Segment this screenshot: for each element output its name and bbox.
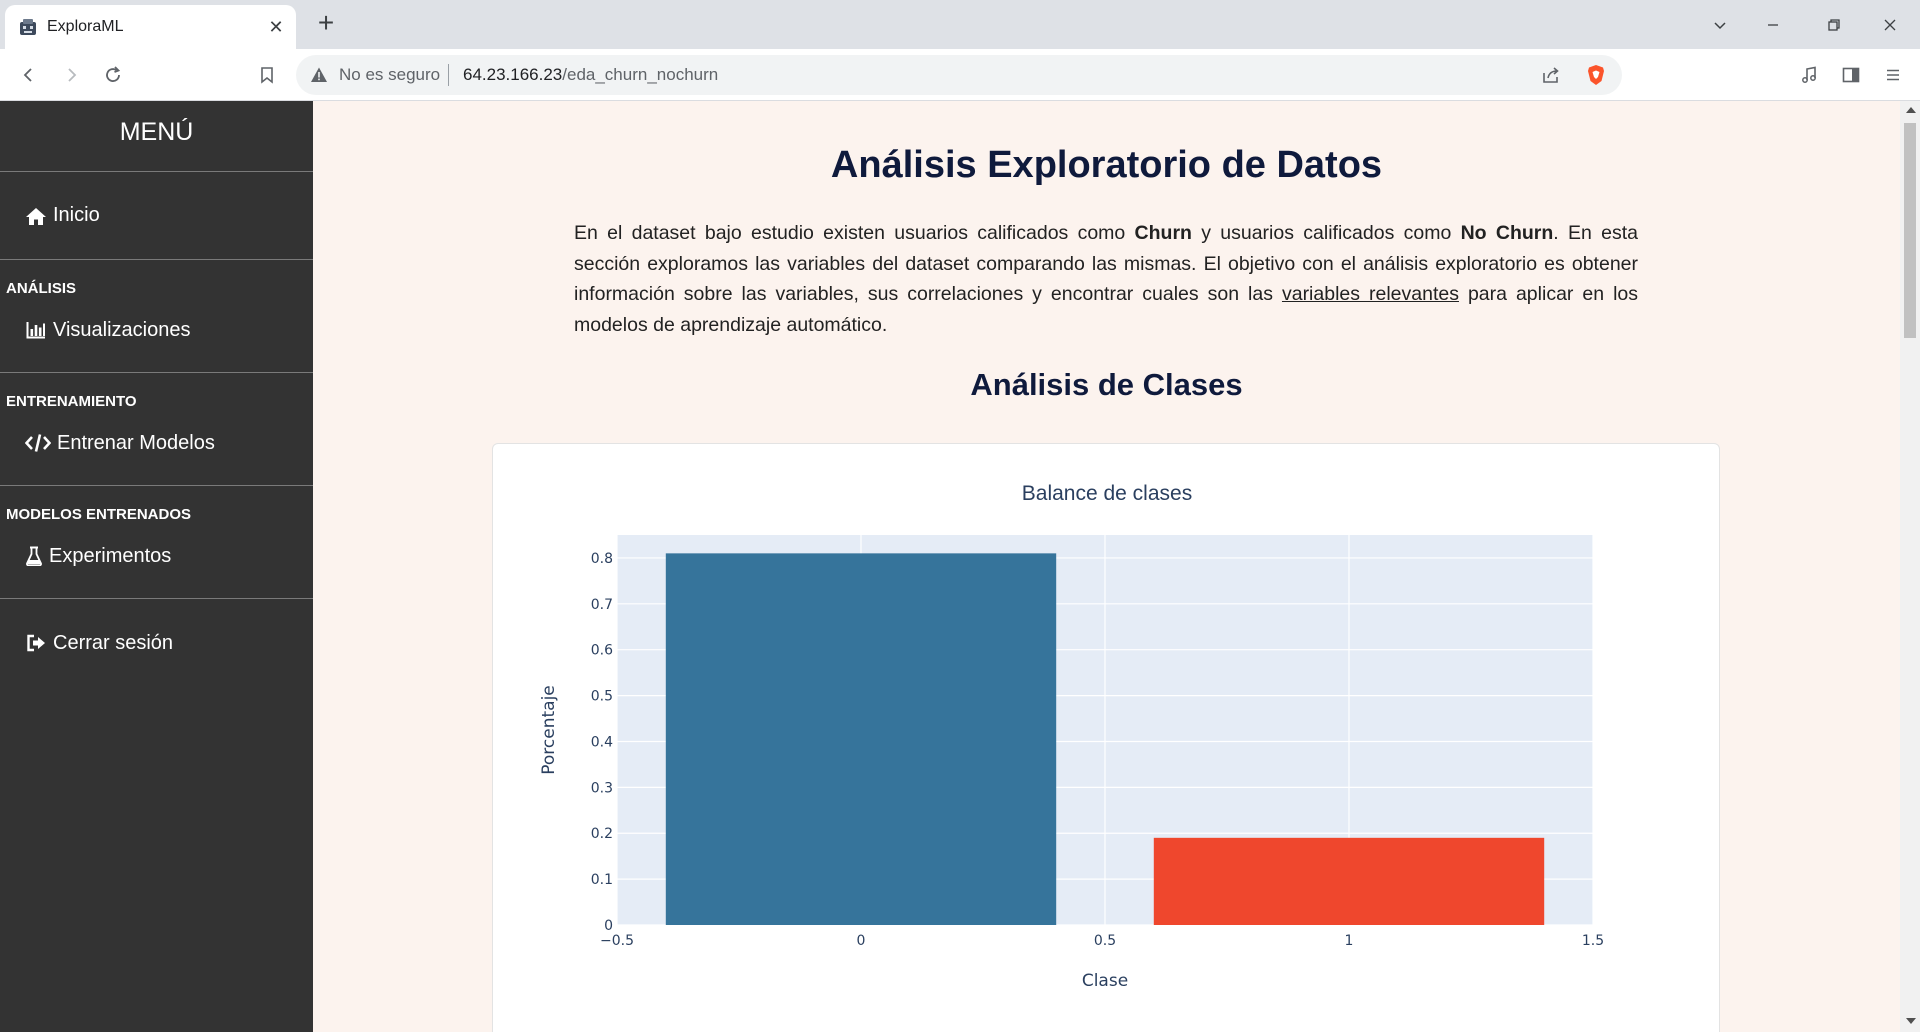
sidebar-item-cerrar-sesion[interactable]: Cerrar sesión	[0, 599, 313, 687]
main-content: Análisis Exploratorio de Datos En el dat…	[313, 101, 1900, 1032]
scroll-down-icon[interactable]	[1906, 1018, 1916, 1024]
bookmark-icon[interactable]	[253, 61, 281, 89]
chart-title: Balance de clases	[1022, 482, 1192, 505]
tab-close-icon[interactable]: ✕	[264, 15, 288, 39]
tab-search-chevron-icon[interactable]	[1692, 0, 1748, 49]
y-tick-labels: 0 0.1 0.2 0.3 0.4 0.5 0.6 0.7 0.8	[591, 551, 613, 934]
home-icon	[25, 206, 47, 226]
intro-churn: Churn	[1134, 222, 1192, 244]
sidebar-section-modelos-entrenados: MODELOS ENTRENADOS Experimentos	[0, 486, 313, 599]
sidebar-item-label: Experimentos	[49, 544, 172, 567]
y-tick-label: 0.7	[591, 597, 613, 613]
sidebar-item-visualizaciones[interactable]: Visualizaciones	[0, 300, 313, 372]
x-tick-label: 1.5	[1582, 933, 1604, 949]
share-icon[interactable]	[1540, 64, 1562, 86]
x-tick-label: 0	[857, 933, 866, 949]
chart-card: Balance de clases −0.5 0 0.5 1 1.5 0 0.1 0.2 0.…	[492, 443, 1720, 1032]
tab-title: ExploraML	[47, 18, 124, 35]
logout-icon	[25, 633, 47, 653]
warning-icon[interactable]	[310, 66, 328, 84]
bar-chart-icon	[25, 320, 47, 340]
scroll-thumb[interactable]	[1904, 123, 1916, 338]
section-title: Análisis de Clases	[970, 367, 1243, 402]
intro-paragraph: En el dataset bajo estudio existen usuar…	[574, 218, 1638, 340]
bar-clase-1[interactable]	[1153, 837, 1545, 925]
sidebar-item-label: Cerrar sesión	[53, 631, 174, 654]
menu-title: MENÚ	[0, 101, 313, 172]
page-title: Análisis Exploratorio de Datos	[830, 144, 1383, 186]
x-tick-labels: −0.5 0 0.5 1 1.5	[600, 933, 1604, 949]
sidebar-item-entrenar-modelos[interactable]: Entrenar Modelos	[0, 413, 313, 485]
sidebar-section-analisis: ANÁLISIS Visualizaciones	[0, 260, 313, 373]
intro-text: En el dataset bajo estudio existen usuar…	[574, 222, 1135, 244]
y-tick-label: 0.4	[591, 734, 613, 750]
forward-icon[interactable]	[57, 61, 85, 89]
sidebar-section-label: ENTRENAMIENTO	[6, 393, 137, 410]
relevant-variables-link[interactable]: variables relevantes	[1282, 283, 1459, 305]
address-bar[interactable]: No es seguro 64.23.166.23/eda_churn_noch…	[296, 55, 1622, 95]
sidebar-item-experimentos[interactable]: Experimentos	[0, 526, 313, 598]
sidebar-item-label: Entrenar Modelos	[57, 431, 215, 454]
y-tick-label: 0.3	[591, 780, 613, 796]
sidebar-section-label: ANÁLISIS	[6, 280, 77, 297]
y-tick-label: 0	[604, 918, 613, 934]
sidebar-toggle-icon[interactable]	[1837, 61, 1865, 89]
browser-tabbar: ExploraML ✕ +	[0, 0, 1920, 49]
media-icon[interactable]	[1795, 61, 1823, 89]
app-favicon-icon	[20, 19, 36, 35]
restore-icon[interactable]	[1806, 0, 1862, 49]
bar-clase-0[interactable]	[665, 553, 1057, 925]
y-tick-label: 0.5	[591, 689, 613, 705]
intro-text: y usuarios calificados como	[1191, 222, 1461, 244]
url-host: 64.23.166.23	[463, 65, 563, 84]
y-tick-label: 0.1	[591, 872, 613, 888]
reload-icon[interactable]	[99, 61, 127, 89]
x-tick-label: 0.5	[1094, 933, 1116, 949]
sidebar: MENÚ Inicio ANÁLISIS Visualizaciones ENT…	[0, 101, 313, 1032]
flask-icon	[25, 546, 43, 566]
sidebar-section-label: MODELOS ENTRENADOS	[6, 506, 192, 523]
close-window-icon[interactable]	[1862, 0, 1918, 49]
class-balance-chart[interactable]: Balance de clases −0.5 0 0.5 1 1.5 00.10.20.…	[517, 468, 1697, 1032]
sidebar-section-entrenamiento: ENTRENAMIENTO Entrenar Modelos	[0, 373, 313, 486]
brave-shield-icon[interactable]	[1584, 63, 1608, 87]
back-icon[interactable]	[15, 61, 43, 89]
minimize-icon[interactable]	[1745, 0, 1801, 49]
url-path: /eda_churn_nochurn	[562, 65, 719, 84]
y-tick-label: 0.6	[591, 643, 613, 659]
browser-tab[interactable]: ExploraML ✕	[5, 5, 296, 49]
scroll-up-icon[interactable]	[1906, 107, 1916, 113]
new-tab-button[interactable]: +	[311, 9, 341, 39]
x-tick-label: −0.5	[600, 933, 634, 949]
y-axis-label: Porcentaje	[539, 685, 559, 775]
sidebar-item-label: Visualizaciones	[53, 318, 191, 341]
omnibox-divider	[448, 64, 449, 86]
browser-menu-icon[interactable]	[1879, 61, 1907, 89]
browser-toolbar: No es seguro 64.23.166.23/eda_churn_noch…	[0, 49, 1920, 101]
y-tick-label: 0.8	[591, 551, 613, 567]
y-tick-label: 0.2	[591, 826, 613, 842]
intro-nochurn: No Churn	[1460, 222, 1554, 244]
sidebar-item-label: Inicio	[53, 204, 100, 226]
url-text[interactable]: 64.23.166.23/eda_churn_nochurn	[463, 65, 718, 85]
code-icon	[25, 433, 51, 453]
x-axis-label: Clase	[1082, 971, 1128, 991]
page-scrollbar[interactable]	[1900, 101, 1920, 1032]
security-status[interactable]: No es seguro	[339, 65, 440, 85]
sidebar-item-inicio[interactable]: Inicio	[0, 172, 313, 260]
x-tick-label: 1	[1345, 933, 1354, 949]
